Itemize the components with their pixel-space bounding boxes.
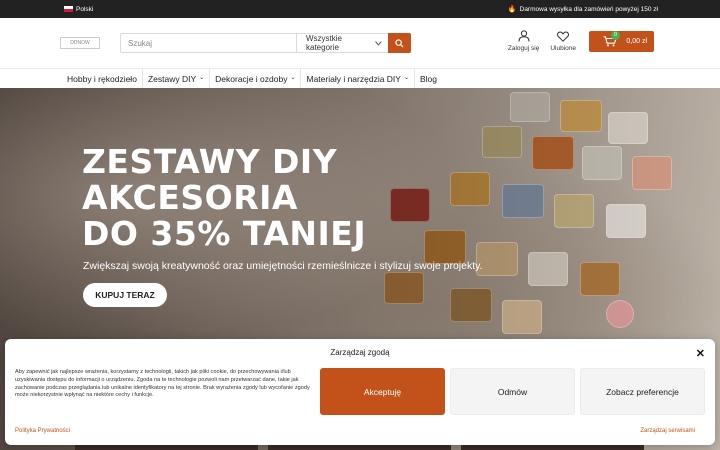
close-icon[interactable]: ✕ xyxy=(696,347,705,360)
manage-services-link[interactable]: Zarządzaj serwisami xyxy=(640,428,695,434)
nav-item-label: Hobby i rękodzieło xyxy=(67,73,137,84)
user-icon xyxy=(518,30,530,42)
consent-title: Zarządzaj zgodą xyxy=(330,348,390,357)
nav-item-label: Dekoracje i ozdoby xyxy=(215,73,288,84)
fire-icon: 🔥 xyxy=(507,6,517,13)
nav-item-decorations[interactable]: Dekoracje i ozdoby ⌄ xyxy=(210,68,302,89)
category-select[interactable]: Wszystkie kategorie xyxy=(296,34,388,52)
hero-title-line-2: AKCESORIA xyxy=(82,178,298,217)
login-link[interactable]: Zaloguj się xyxy=(508,30,539,52)
search-bar: Wszystkie kategorie xyxy=(120,33,411,53)
privacy-policy-link[interactable]: Polityka Prywatności xyxy=(15,428,70,434)
hero-title-line-3: DO 35% TANIEJ xyxy=(82,214,367,253)
shipping-text: Darmowa wysyłka dla zamówień powyżej 150… xyxy=(519,5,658,13)
search-input[interactable] xyxy=(121,34,296,52)
nav-item-blog[interactable]: Blog xyxy=(415,69,442,89)
chevron-down-icon: ⌄ xyxy=(199,75,205,81)
cart-count-badge: 0 xyxy=(611,30,620,40)
favorites-link[interactable]: Ulubione xyxy=(550,31,576,52)
shop-now-button[interactable]: KUPUJ TERAZ xyxy=(83,283,167,307)
hero-subtitle: Zwiększaj swoją kreatywność oraz umiejęt… xyxy=(83,260,483,272)
language-switcher[interactable]: Polski xyxy=(64,6,93,13)
poland-flag-icon xyxy=(64,6,73,12)
nav-item-label: Blog xyxy=(420,73,438,84)
logo-alt-text: DDNOW xyxy=(70,40,90,46)
nav-item-label: Materiały i narzędzia DIY xyxy=(306,73,401,84)
top-bar: Polski 🔥 Darmowa wysyłka dla zamówień po… xyxy=(0,0,720,18)
nav-item-diy-kits[interactable]: Zestawy DIY ⌄ xyxy=(143,68,211,89)
header-actions: Zaloguj się Ulubione 0 0,00 zł xyxy=(508,30,654,52)
language-label: Polski xyxy=(76,5,94,13)
chevron-down-icon: ⌄ xyxy=(403,75,409,81)
consent-body: Aby zapewnić jak najlepsze wrażenia, kor… xyxy=(15,369,310,399)
shipping-notice: 🔥 Darmowa wysyłka dla zamówień powyżej 1… xyxy=(507,5,658,14)
search-button[interactable] xyxy=(388,33,411,53)
hero-title: ZESTAWY DIY AKCESORIA DO 35% TANIEJ xyxy=(82,144,366,252)
login-label: Zaloguj się xyxy=(507,45,540,52)
cookie-consent-dialog: Zarządzaj zgodą ✕ Aby zapewnić jak najle… xyxy=(5,339,715,445)
site-header: DDNOW Wszystkie kategorie Zaloguj się Ul… xyxy=(0,18,720,68)
chevron-down-icon: ⌄ xyxy=(290,75,296,81)
cart-button[interactable]: 0 0,00 zł xyxy=(589,30,654,52)
nav-item-materials[interactable]: Materiały i narzędzia DIY ⌄ xyxy=(301,68,415,89)
cart-total: 0,00 zł xyxy=(626,37,647,45)
favorites-label: Ulubione xyxy=(550,44,576,52)
accept-button[interactable]: Akceptuję xyxy=(320,368,445,415)
category-select-value: Wszystkie kategorie xyxy=(306,34,342,52)
hero-title-line-1: ZESTAWY DIY xyxy=(82,142,338,181)
heart-icon xyxy=(557,31,570,42)
site-logo[interactable]: DDNOW xyxy=(60,37,100,49)
main-nav: Hobby i rękodzieło Zestawy DIY ⌄ Dekorac… xyxy=(0,68,720,89)
search-icon xyxy=(395,38,404,48)
nav-item-label: Zestawy DIY xyxy=(147,73,197,84)
deny-button[interactable]: Odmów xyxy=(450,368,575,415)
chevron-down-icon xyxy=(375,40,382,46)
nav-item-hobby[interactable]: Hobby i rękodzieło xyxy=(62,68,143,89)
preferences-button[interactable]: Zobacz preferencje xyxy=(580,368,705,415)
